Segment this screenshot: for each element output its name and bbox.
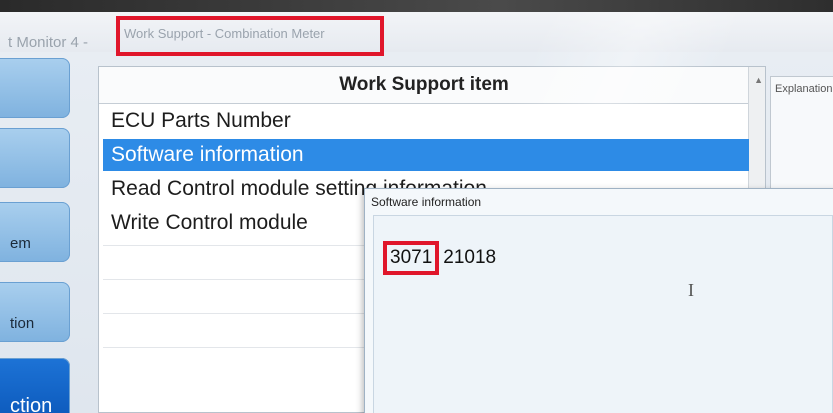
nav-button-function[interactable]: tion [0, 282, 70, 342]
nav-label: tion [10, 315, 35, 332]
window-title: Work Support - Combination Meter [124, 26, 325, 41]
window-title-prefix: t Monitor 4 - [8, 34, 89, 51]
text-cursor-icon: I [688, 280, 694, 300]
nav-button-1[interactable] [0, 58, 70, 118]
software-information-dialog: Software information 3071 21018 [364, 188, 833, 413]
explanation-title: Explanation [775, 83, 833, 95]
list-item-ecu-parts-number[interactable]: ECU Parts Number [103, 105, 749, 137]
list-header: Work Support item [99, 67, 749, 104]
software-code-rest: 21018 [443, 247, 497, 268]
list-item-software-information[interactable]: Software information [103, 139, 749, 171]
nav-label: ction [10, 395, 53, 413]
nav-button-2[interactable] [0, 128, 70, 188]
monitor-bezel [0, 0, 833, 12]
nav-button-item[interactable]: em [0, 202, 70, 262]
nav-label: em [10, 235, 31, 252]
software-code-highlight: 3071 [383, 241, 440, 275]
scroll-up-icon[interactable]: ▲ [754, 75, 763, 85]
dialog-title: Software information [371, 195, 482, 209]
left-nav: em tion ction [0, 52, 80, 413]
title-highlight-box: Work Support - Combination Meter [116, 16, 384, 56]
screen: t Monitor 4 - Work Support - Combination… [0, 0, 833, 413]
nav-button-selection[interactable]: ction [0, 358, 70, 413]
software-version: 3071 21018 [383, 241, 496, 275]
